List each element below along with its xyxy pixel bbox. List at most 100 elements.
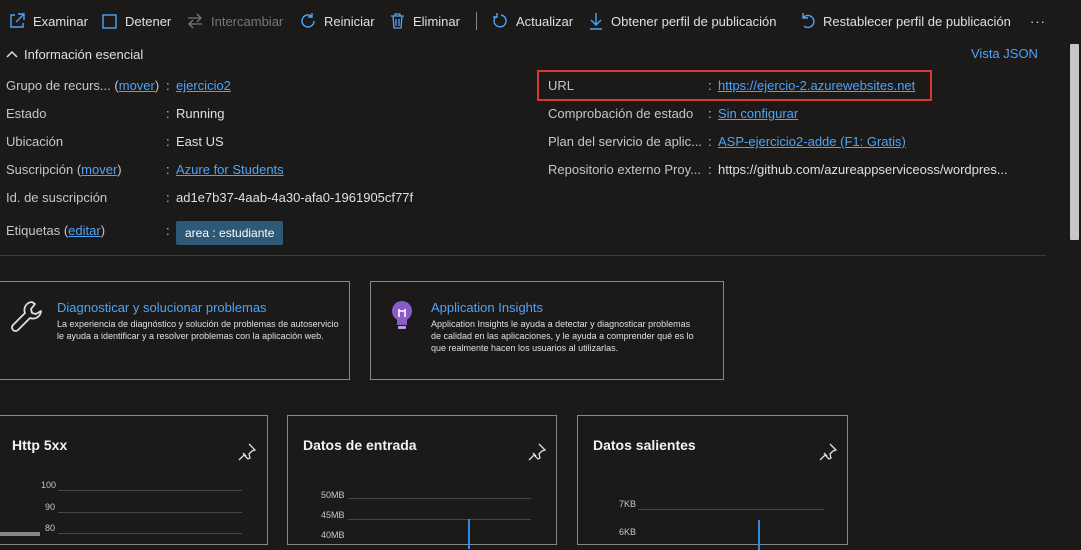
state-value: Running: [176, 106, 225, 121]
restart-icon: [301, 13, 315, 28]
y-tick-label: 40MB: [321, 530, 345, 540]
swap-button[interactable]: Intercambiar: [186, 10, 283, 32]
tag-chip[interactable]: area : estudiante: [176, 221, 284, 245]
download-icon: [590, 13, 602, 30]
y-tick-label: 45MB: [321, 510, 345, 520]
external-repo-label: Repositorio externo Proy...: [548, 162, 701, 177]
swap-icon: [188, 13, 202, 29]
tags-label-row: Etiquetas (editar): [6, 223, 106, 238]
gridline: [348, 519, 531, 520]
colon: :: [166, 190, 170, 205]
y-tick-label: 100: [41, 480, 57, 490]
lightbulb-icon: [392, 301, 412, 329]
app-insights-card[interactable]: Application Insights Application Insight…: [370, 281, 724, 380]
resource-group-label: Grupo de recurs...: [6, 78, 111, 93]
http5xx-chart-card[interactable]: Http 5xx 100 90 80: [0, 415, 268, 545]
more-button[interactable]: ···: [1030, 10, 1046, 32]
app-insights-card-title[interactable]: Application Insights: [431, 300, 543, 315]
pin-icon[interactable]: [237, 442, 257, 462]
gridline: [58, 533, 242, 534]
chevron-up-icon: [6, 50, 18, 58]
get-publish-profile-label: Obtener perfil de publicación: [611, 13, 777, 29]
essentials-toggle[interactable]: Información esencial: [6, 45, 143, 63]
horizontal-scrollbar-thumb[interactable]: [0, 532, 40, 536]
json-view-link[interactable]: Vista JSON: [971, 46, 1038, 61]
subscription-label: Suscripción: [6, 162, 74, 177]
colon: :: [166, 162, 170, 177]
y-tick-label: 7KB: [619, 499, 637, 509]
data-in-bar: [468, 519, 470, 549]
command-bar: Examinar Detener Intercambiar Reiniciar …: [0, 0, 1070, 42]
data-out-chart-title: Datos salientes: [593, 437, 696, 453]
gridline: [638, 509, 824, 510]
http5xx-chart-title: Http 5xx: [12, 437, 68, 453]
colon: :: [166, 106, 170, 121]
edit-tags-link[interactable]: editar: [68, 223, 101, 238]
external-repo-value: https://github.com/azureappserviceoss/wo…: [718, 162, 1008, 177]
subscription-label-row: Suscripción (mover): [6, 162, 122, 177]
diagnose-card-title[interactable]: Diagnosticar y solucionar problemas: [57, 300, 267, 315]
y-tick-label: 50MB: [321, 490, 345, 500]
refresh-button[interactable]: Actualizar: [491, 10, 573, 32]
service-plan-value[interactable]: ASP-ejercicio2-adde (F1: Gratis): [718, 134, 906, 149]
subscription-id-label: Id. de suscripción: [6, 190, 108, 205]
subscription-id-value: ad1e7b37-4aab-4a30-afa0-1961905cf77f: [176, 190, 414, 205]
swap-label: Intercambiar: [211, 13, 284, 29]
open-external-icon: [10, 13, 25, 28]
delete-label: Eliminar: [413, 13, 460, 29]
pin-icon[interactable]: [527, 442, 547, 462]
reset-publish-profile-button[interactable]: Restablecer perfil de publicación: [799, 10, 1011, 32]
colon: :: [708, 162, 712, 177]
data-out-bar: [758, 520, 760, 550]
resource-group-label-row: Grupo de recurs... (mover): [6, 78, 160, 93]
undo-icon: [802, 13, 815, 29]
colon: :: [708, 78, 712, 93]
colon: :: [166, 78, 170, 93]
delete-button[interactable]: Eliminar: [389, 10, 460, 32]
wrench-icon: [11, 301, 42, 332]
stop-label: Detener: [125, 13, 172, 29]
data-in-chart-card[interactable]: Datos de entrada 50MB 45MB 40MB: [287, 415, 557, 549]
restart-label: Reiniciar: [324, 13, 375, 29]
browse-label: Examinar: [33, 13, 88, 29]
y-tick-label: 90: [45, 502, 56, 512]
move-subscription-link[interactable]: mover: [81, 162, 117, 177]
state-label: Estado: [6, 106, 47, 121]
essentials-title: Información esencial: [24, 46, 144, 62]
gridline: [58, 490, 242, 491]
more-label: ···: [1030, 13, 1046, 29]
vertical-scrollbar-thumb[interactable]: [1070, 44, 1079, 240]
app-insights-card-description: Application Insights le ayuda a detectar…: [431, 319, 694, 353]
colon: :: [708, 106, 712, 121]
data-out-chart-card[interactable]: Datos salientes 7KB 6KB: [577, 415, 848, 550]
gridline: [58, 512, 242, 513]
resource-group-value[interactable]: ejercicio2: [176, 78, 231, 93]
diagnose-card[interactable]: Diagnosticar y solucionar problemas La e…: [0, 281, 350, 380]
diagnose-card-description: La experiencia de diagnóstico y solución…: [57, 319, 339, 341]
url-label: URL: [548, 78, 575, 93]
y-tick-label: 80: [45, 523, 56, 533]
get-publish-profile-button[interactable]: Obtener perfil de publicación: [588, 10, 777, 32]
location-label: Ubicación: [6, 134, 64, 149]
refresh-icon: [493, 13, 507, 28]
service-plan-label: Plan del servicio de aplic...: [548, 134, 702, 149]
health-check-label: Comprobación de estado: [548, 106, 694, 121]
data-in-chart-title: Datos de entrada: [303, 437, 417, 453]
colon: :: [166, 223, 170, 238]
stop-button[interactable]: Detener: [101, 10, 171, 32]
essentials-divider: [0, 255, 1046, 256]
url-value[interactable]: https://ejercio-2.azurewebsites.net: [718, 78, 915, 93]
toolbar-separator: [476, 12, 477, 30]
health-check-value[interactable]: Sin configurar: [718, 106, 798, 121]
gridline: [348, 498, 531, 499]
colon: :: [708, 134, 712, 149]
trash-icon: [391, 13, 404, 29]
stop-icon: [102, 13, 117, 29]
browse-button[interactable]: Examinar: [8, 10, 88, 32]
restart-button[interactable]: Reiniciar: [299, 10, 375, 32]
pin-icon[interactable]: [818, 442, 838, 462]
move-resource-group-link[interactable]: mover: [119, 78, 155, 93]
reset-publish-profile-label: Restablecer perfil de publicación: [823, 13, 1011, 29]
subscription-value[interactable]: Azure for Students: [176, 162, 284, 177]
tags-label: Etiquetas: [6, 223, 61, 238]
